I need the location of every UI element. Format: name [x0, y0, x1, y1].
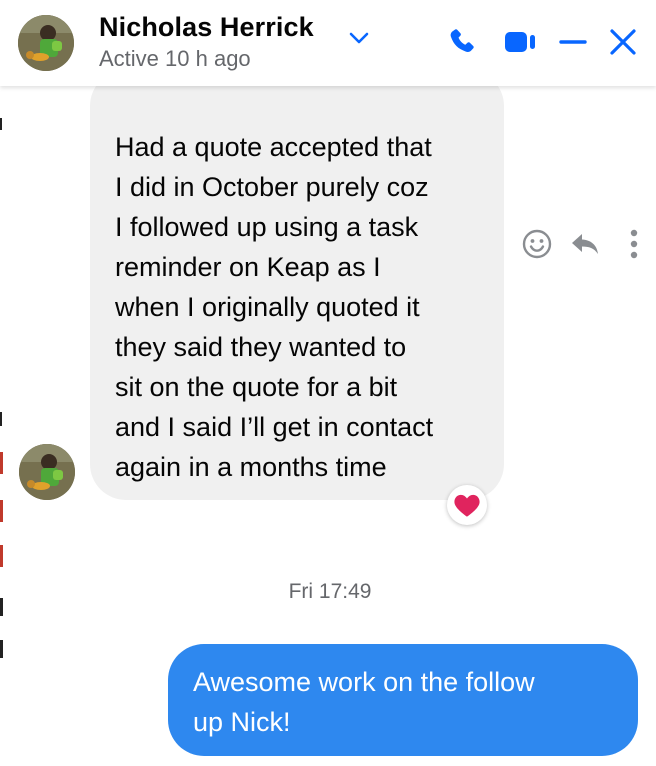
message-timestamp: Fri 17:49 — [288, 580, 372, 603]
outgoing-message-text: Awesome work on the follow up Nick! — [193, 667, 535, 737]
phone-icon[interactable] — [444, 24, 480, 60]
contact-name[interactable]: Nicholas Herrick — [99, 12, 314, 43]
close-icon[interactable] — [606, 24, 640, 60]
incoming-message-bubble[interactable]: Had a quote accepted that I did in Octob… — [90, 70, 504, 500]
edge-artifact — [0, 452, 3, 474]
contact-avatar[interactable] — [18, 15, 74, 71]
video-icon[interactable] — [500, 24, 540, 60]
minimize-icon[interactable] — [556, 24, 590, 60]
avatar-image — [19, 444, 75, 500]
chat-header: Nicholas Herrick Active 10 h ago — [0, 0, 656, 86]
message-sender-avatar[interactable] — [19, 444, 75, 500]
incoming-message-text: Had a quote accepted that I did in Octob… — [115, 132, 434, 482]
reply-icon[interactable] — [568, 226, 602, 262]
chat-window: Nicholas Herrick Active 10 h ago Had a q… — [0, 0, 656, 766]
heart-reaction[interactable] — [447, 485, 487, 525]
edge-artifact — [0, 118, 2, 130]
avatar-image — [18, 15, 74, 71]
chevron-down-icon[interactable] — [347, 28, 371, 48]
edge-artifact — [0, 640, 3, 658]
edge-artifact — [0, 545, 3, 567]
contact-status: Active 10 h ago — [99, 46, 251, 71]
edge-artifact — [0, 500, 3, 522]
outgoing-message-bubble[interactable]: Awesome work on the follow up Nick! — [168, 644, 638, 756]
edge-artifact — [0, 412, 2, 426]
smile-icon[interactable] — [520, 226, 554, 262]
message-actions — [520, 226, 650, 262]
more-icon[interactable] — [624, 226, 644, 262]
heart-icon — [454, 494, 480, 517]
